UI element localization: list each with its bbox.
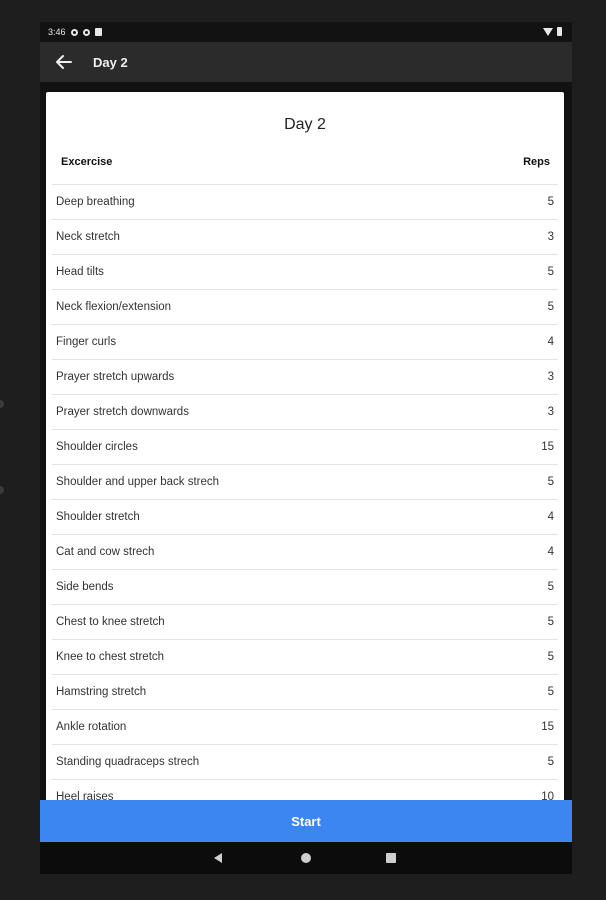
exercise-list[interactable]: Deep breathing 5 Neck stretch 3 Head tilts 5 N…	[52, 184, 558, 814]
table-row: Prayer stretch downwards 3	[52, 394, 558, 429]
status-bar: 3:46	[40, 22, 572, 42]
exercise-reps: 4	[547, 511, 554, 523]
exercise-reps: 5	[547, 581, 554, 593]
table-row: Standing quadraceps strech 5	[52, 744, 558, 779]
edge-dot	[0, 400, 4, 408]
recents-square-icon[interactable]	[386, 853, 396, 863]
status-left: 3:46	[48, 27, 102, 37]
exercise-reps: 5	[547, 196, 554, 208]
exercise-name: Prayer stretch upwards	[56, 371, 175, 383]
table-row: Neck flexion/extension 5	[52, 289, 558, 324]
table-row: Finger curls 4	[52, 324, 558, 359]
table-row: Shoulder stretch 4	[52, 499, 558, 534]
table-row: Prayer stretch upwards 3	[52, 359, 558, 394]
exercise-reps: 3	[547, 371, 554, 383]
exercise-name: Hamstring stretch	[56, 686, 147, 698]
column-header-reps: Reps	[523, 156, 550, 168]
edge-dot	[0, 486, 4, 494]
exercise-name: Side bends	[56, 581, 114, 593]
exercise-name: Prayer stretch downwards	[56, 406, 189, 418]
exercise-reps: 5	[547, 301, 554, 313]
table-row: Head tilts 5	[52, 254, 558, 289]
back-triangle-icon[interactable]	[214, 853, 222, 863]
arrow-left-icon	[56, 55, 72, 69]
exercise-card: Day 2 Excercise Reps Deep breathing 5 Neck…	[46, 92, 564, 832]
exercise-reps: 15	[541, 721, 554, 733]
settings-icon	[82, 28, 90, 36]
exercise-name: Finger curls	[56, 336, 117, 348]
exercise-reps: 5	[547, 651, 554, 663]
exercise-name: Head tilts	[56, 266, 104, 278]
exercise-reps: 3	[547, 231, 554, 243]
status-right	[543, 27, 562, 36]
main-content[interactable]: Day 2 Excercise Reps Deep breathing 5 Neck…	[40, 82, 572, 832]
exercise-name: Shoulder circles	[56, 441, 138, 453]
table-row: Ankle rotation 15	[52, 709, 558, 744]
card-title: Day 2	[284, 116, 326, 133]
exercise-reps: 5	[547, 266, 554, 278]
table-row: Deep breathing 5	[52, 184, 558, 219]
app-bar: Day 2	[40, 42, 572, 82]
exercise-name: Neck flexion/extension	[56, 301, 172, 313]
exercise-name: Ankle rotation	[56, 721, 127, 733]
exercise-name: Shoulder stretch	[56, 511, 140, 523]
battery-icon	[557, 27, 562, 36]
table-row: Neck stretch 3	[52, 219, 558, 254]
column-header-exercise: Excercise	[61, 156, 113, 168]
table-row: Shoulder and upper back strech 5	[52, 464, 558, 499]
table-row: Knee to chest stretch 5	[52, 639, 558, 674]
exercise-name: Neck stretch	[56, 231, 120, 243]
table-row: Side bends 5	[52, 569, 558, 604]
exercise-reps: 5	[547, 616, 554, 628]
app-bar-title: Day 2	[93, 55, 128, 70]
table-row: Hamstring stretch 5	[52, 674, 558, 709]
sd-card-icon	[94, 28, 102, 36]
exercise-reps: 3	[547, 406, 554, 418]
exercise-reps: 4	[547, 546, 554, 558]
home-circle-icon[interactable]	[301, 853, 311, 863]
exercise-name: Cat and cow strech	[56, 546, 155, 558]
table-row: Chest to knee stretch 5	[52, 604, 558, 639]
exercise-reps: 15	[541, 441, 554, 453]
exercise-reps: 5	[547, 686, 554, 698]
navigation-bar	[40, 842, 572, 874]
exercise-name: Standing quadraceps strech	[56, 756, 200, 768]
exercise-name: Shoulder and upper back strech	[56, 476, 220, 488]
exercise-name: Deep breathing	[56, 196, 135, 208]
exercise-reps: 5	[547, 476, 554, 488]
device-screen: 3:46 Day 2 Day 2 Excercise Reps Deep bre…	[40, 22, 572, 874]
exercise-reps: 4	[547, 336, 554, 348]
exercise-name: Knee to chest stretch	[56, 651, 165, 663]
table-row: Cat and cow strech 4	[52, 534, 558, 569]
start-button[interactable]: Start	[40, 800, 572, 842]
exercise-reps: 5	[547, 756, 554, 768]
wifi-icon	[543, 27, 553, 36]
gear-icon	[70, 28, 78, 36]
status-time: 3:46	[48, 27, 66, 37]
table-row: Shoulder circles 15	[52, 429, 558, 464]
exercise-name: Chest to knee stretch	[56, 616, 165, 628]
back-button[interactable]	[52, 50, 76, 74]
